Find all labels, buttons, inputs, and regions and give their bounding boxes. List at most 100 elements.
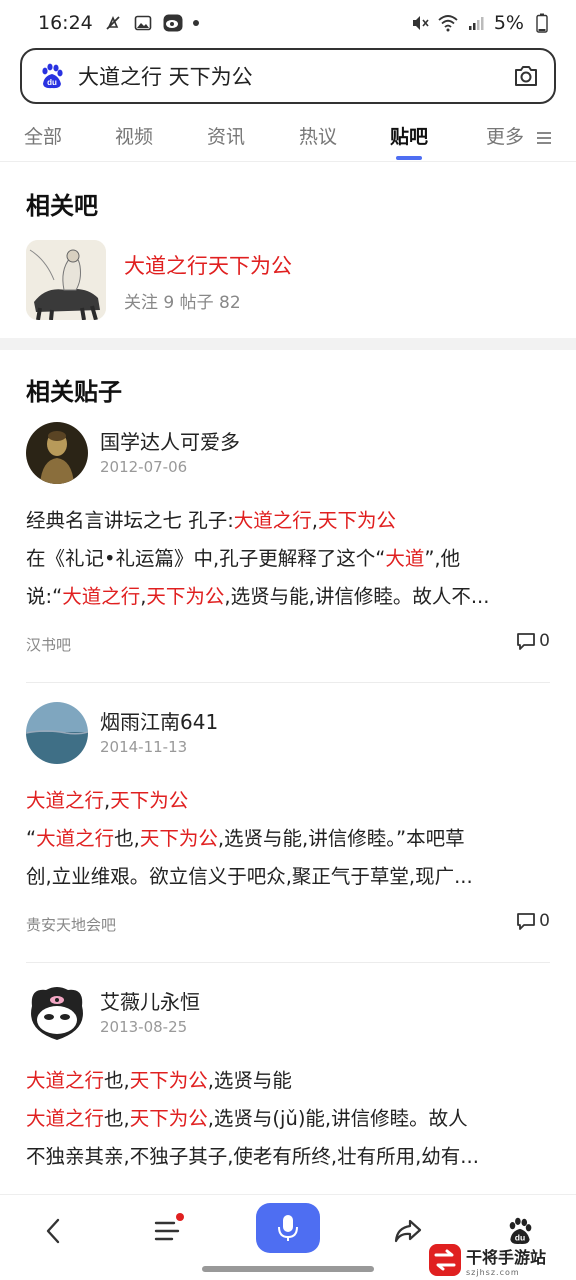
tab-tieba[interactable]: 贴吧 <box>390 122 428 149</box>
search-query[interactable]: 大道之行 天下为公 <box>78 61 512 91</box>
post-snippet-line: “大道之行也,天下为公,选贤与能,讲信修睦。”本吧草 <box>26 822 465 851</box>
snippet-text: 经典名言讲坛之七 孔子: <box>26 509 234 532</box>
more-notifications-dot <box>192 20 199 26</box>
comment-button[interactable]: 0 <box>515 630 550 652</box>
comment-count: 0 <box>539 911 550 931</box>
comment-icon <box>517 633 536 650</box>
highlight-keyword: 大道之行 <box>62 585 141 608</box>
home-indicator[interactable] <box>202 1266 374 1272</box>
notification-mute-icon <box>103 13 123 33</box>
post-card[interactable]: 烟雨江南641 2014-11-13 大道之行,天下为公 “大道之行也,天下为公… <box>26 702 550 952</box>
snippet-text: ,选贤与(jǔ)能,讲信修睦。故人 <box>207 1107 468 1130</box>
post-snippet-line: 大道之行也,天下为公,选贤与(jǔ)能,讲信修睦。故人 <box>26 1102 468 1131</box>
avatar[interactable] <box>26 702 88 764</box>
baidu-logo-icon: du <box>38 62 66 90</box>
camera-icon[interactable] <box>512 62 540 90</box>
post-author[interactable]: 国学达人可爱多 <box>100 426 240 455</box>
post-date: 2014-11-13 <box>100 738 188 756</box>
wifi-icon <box>438 13 458 33</box>
post-date: 2013-08-25 <box>100 1018 188 1036</box>
tab-discussion[interactable]: 热议 <box>299 122 337 149</box>
related-bar-title: 相关吧 <box>26 192 98 220</box>
share-icon <box>394 1219 422 1243</box>
post-author[interactable]: 艾薇儿永恒 <box>100 986 200 1015</box>
notification-badge <box>176 1213 184 1221</box>
status-bar: 16:24 5% <box>0 0 576 46</box>
share-button[interactable] <box>386 1209 430 1253</box>
snippet-text: 说:“ <box>26 585 63 608</box>
weibo-icon <box>163 13 183 33</box>
active-tab-indicator <box>396 156 422 160</box>
highlight-keyword: 天下为公 <box>110 789 189 812</box>
highlight-keyword: 大道之行 <box>36 827 115 850</box>
section-divider <box>0 338 576 350</box>
post-snippet-line: 在《礼记•礼运篇》中,孔子更解释了这个“大道”,他 <box>26 542 460 571</box>
search-box[interactable]: du 大道之行 天下为公 <box>20 48 556 104</box>
post-source-bar[interactable]: 汉书吧 <box>26 634 71 655</box>
tab-news[interactable]: 资讯 <box>207 122 245 149</box>
highlight-keyword: 大道之行 <box>26 1107 105 1130</box>
avatar[interactable] <box>26 422 88 484</box>
snippet-text: ,选贤与能,讲信修睦。故人不... <box>224 585 490 608</box>
status-time: 16:24 <box>38 12 93 34</box>
tab-video[interactable]: 视频 <box>115 122 153 149</box>
back-button[interactable] <box>32 1209 76 1253</box>
menu-button[interactable] <box>146 1209 190 1253</box>
snippet-text: 在《礼记•礼运篇》中,孔子更解释了这个“ <box>26 547 386 570</box>
signal-icon <box>466 13 486 33</box>
highlight-keyword: 天下为公 <box>129 1107 208 1130</box>
watermark: 干将手游站 szjhsz.com <box>428 1240 576 1280</box>
mute-icon <box>410 13 430 33</box>
post-snippet-line: 大道之行也,天下为公,选贤与能 <box>26 1064 292 1093</box>
highlight-keyword: 大道 <box>385 547 425 570</box>
post-divider <box>26 682 550 683</box>
avatar[interactable] <box>26 982 88 1044</box>
bar-stats: 关注 9 帖子 82 <box>124 293 241 313</box>
post-divider <box>26 962 550 963</box>
highlight-keyword: 天下为公 <box>146 585 225 608</box>
highlight-keyword: 大道之行 <box>233 509 312 532</box>
comment-count: 0 <box>539 631 550 651</box>
highlight-keyword: 天下为公 <box>139 827 218 850</box>
highlight-keyword: 大道之行 <box>26 1069 105 1092</box>
battery-icon <box>532 13 552 33</box>
bar-name-link[interactable]: 大道之行天下为公 <box>124 250 292 280</box>
microphone-icon <box>278 1215 298 1241</box>
snippet-text: 不独亲其亲,不独子其子,使老有所终,壮有所用,幼有... <box>26 1145 479 1168</box>
post-snippet-line: 大道之行,天下为公 <box>26 784 188 813</box>
snippet-text: 也, <box>104 1069 130 1092</box>
tab-more[interactable]: 更多 <box>486 122 552 149</box>
post-snippet-line: 说:“大道之行,天下为公,选贤与能,讲信修睦。故人不... <box>26 580 489 609</box>
watermark-text: 干将手游站 <box>466 1247 547 1267</box>
bar-thumbnail[interactable] <box>26 240 106 320</box>
comment-icon <box>517 913 536 930</box>
snippet-text: ,选贤与能 <box>207 1069 292 1092</box>
tab-all[interactable]: 全部 <box>24 122 62 149</box>
post-snippet-line: 创,立业维艰。欲立信义于吧众,聚正气于草堂,现广... <box>26 860 473 889</box>
watermark-logo-icon <box>429 1244 461 1276</box>
post-card[interactable]: 国学达人可爱多 2012-07-06 经典名言讲坛之七 孔子:大道之行,天下为公… <box>26 422 550 672</box>
gallery-icon <box>133 13 153 33</box>
post-card[interactable]: 艾薇儿永恒 2013-08-25 大道之行也,天下为公,选贤与能 大道之行也,天… <box>26 982 550 1194</box>
snippet-text: “ <box>26 827 37 850</box>
comment-button[interactable]: 0 <box>515 910 550 932</box>
watermark-sub: szjhsz.com <box>466 1267 520 1277</box>
snippet-text: ,选贤与能,讲信修睦。”本吧草 <box>217 827 465 850</box>
snippet-text: 创,立业维艰。欲立信义于吧众,聚正气于草堂,现广... <box>26 865 473 888</box>
snippet-text: 也, <box>114 827 140 850</box>
post-author[interactable]: 烟雨江南641 <box>100 706 218 735</box>
svg-text:du: du <box>47 78 57 87</box>
back-icon <box>46 1218 60 1244</box>
post-source-bar[interactable]: 贵安天地会吧 <box>26 914 116 935</box>
menu-lines-icon <box>537 131 552 144</box>
highlight-keyword: 大道之行 <box>26 789 105 812</box>
highlight-keyword: 天下为公 <box>129 1069 208 1092</box>
voice-search-button[interactable] <box>256 1203 320 1253</box>
highlight-keyword: 天下为公 <box>318 509 397 532</box>
snippet-text: 也, <box>104 1107 130 1130</box>
tab-more-label: 更多 <box>486 126 525 148</box>
battery-percent: 5% <box>493 12 524 34</box>
related-posts-title: 相关贴子 <box>26 378 122 406</box>
post-snippet-line: 不独亲其亲,不独子其子,使老有所终,壮有所用,幼有... <box>26 1140 479 1169</box>
post-snippet-line: 经典名言讲坛之七 孔子:大道之行,天下为公 <box>26 504 396 533</box>
